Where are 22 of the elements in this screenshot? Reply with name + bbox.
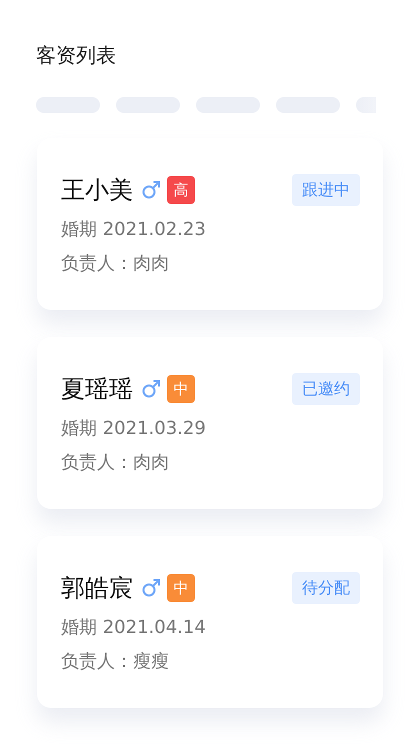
priority-tag: 高 xyxy=(167,176,195,204)
customer-name: 王小美 xyxy=(61,175,133,205)
wedding-date: 婚期 2021.04.14 xyxy=(61,616,207,640)
wedding-date: 婚期 2021.03.29 xyxy=(61,417,207,441)
customer-name: 郭皓宸 xyxy=(61,573,133,603)
owner-label: 负责人：瘦瘦 xyxy=(61,650,170,674)
customer-card[interactable]: 郭皓宸 中 待分配 婚期 2021.04.14 负责人：瘦瘦 xyxy=(37,536,383,708)
status-tag: 已邀约 xyxy=(292,373,360,405)
priority-tag: 中 xyxy=(167,375,195,403)
priority-tag: 中 xyxy=(167,574,195,602)
status-tag: 待分配 xyxy=(292,572,360,604)
male-icon xyxy=(141,379,161,399)
male-icon xyxy=(141,180,161,200)
male-icon xyxy=(141,578,161,598)
status-tag: 跟进中 xyxy=(292,174,360,206)
customer-card[interactable]: 王小美 高 跟进中 婚期 2021.02.23 负责人：肉肉 xyxy=(37,138,383,310)
page-title: 客资列表 xyxy=(35,42,117,69)
customer-name: 夏瑶瑶 xyxy=(61,374,133,404)
customer-card[interactable]: 夏瑶瑶 中 已邀约 婚期 2021.03.29 负责人：肉肉 xyxy=(37,337,383,509)
wedding-date: 婚期 2021.02.23 xyxy=(61,218,207,242)
owner-label: 负责人：肉肉 xyxy=(61,451,170,475)
owner-label: 负责人：肉肉 xyxy=(61,252,170,276)
